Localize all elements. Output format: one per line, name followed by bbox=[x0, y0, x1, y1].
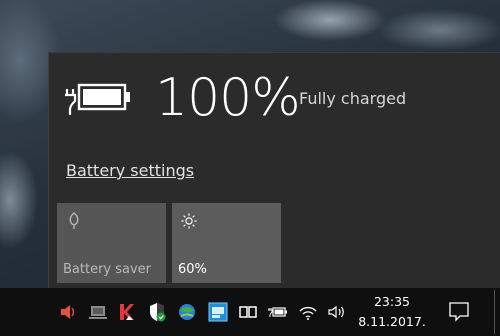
network-pc-icon[interactable] bbox=[88, 302, 108, 322]
battery-saver-tile[interactable]: Battery saver bbox=[57, 203, 166, 283]
kaspersky-icon[interactable] bbox=[117, 302, 137, 322]
battery-plugged-icon[interactable] bbox=[268, 302, 288, 322]
leaf-icon bbox=[69, 212, 79, 229]
reader-book-icon[interactable] bbox=[238, 302, 258, 322]
clock-date: 8.11.2017. bbox=[358, 314, 426, 329]
taskbar-clock[interactable]: 23:35 8.11.2017. bbox=[352, 292, 432, 332]
battery-plug-icon bbox=[65, 83, 130, 115]
battery-status: Fully charged bbox=[299, 89, 407, 108]
volume-icon[interactable] bbox=[327, 302, 347, 322]
wifi-icon[interactable] bbox=[298, 302, 318, 322]
brightness-tile[interactable]: 60% bbox=[172, 203, 281, 283]
show-desktop-button[interactable] bbox=[494, 290, 500, 334]
brightness-label: 60% bbox=[178, 262, 207, 277]
windows-defender-shield-icon[interactable] bbox=[147, 302, 167, 322]
globe-sync-icon[interactable] bbox=[177, 302, 197, 322]
battery-percentage: 100% bbox=[155, 68, 301, 128]
action-center-icon[interactable] bbox=[448, 300, 470, 324]
sun-brightness-icon bbox=[181, 213, 197, 229]
taskbar: 23:35 8.11.2017. bbox=[0, 288, 500, 336]
battery-saver-label: Battery saver bbox=[63, 262, 152, 277]
speaker-muted-red-icon[interactable] bbox=[58, 302, 78, 322]
battery-settings-link[interactable]: Battery settings bbox=[66, 161, 194, 180]
battery-flyout: 100% Fully charged Battery settings Batt… bbox=[48, 52, 500, 288]
blue-app-icon[interactable] bbox=[208, 302, 228, 322]
clock-time: 23:35 bbox=[373, 294, 411, 309]
